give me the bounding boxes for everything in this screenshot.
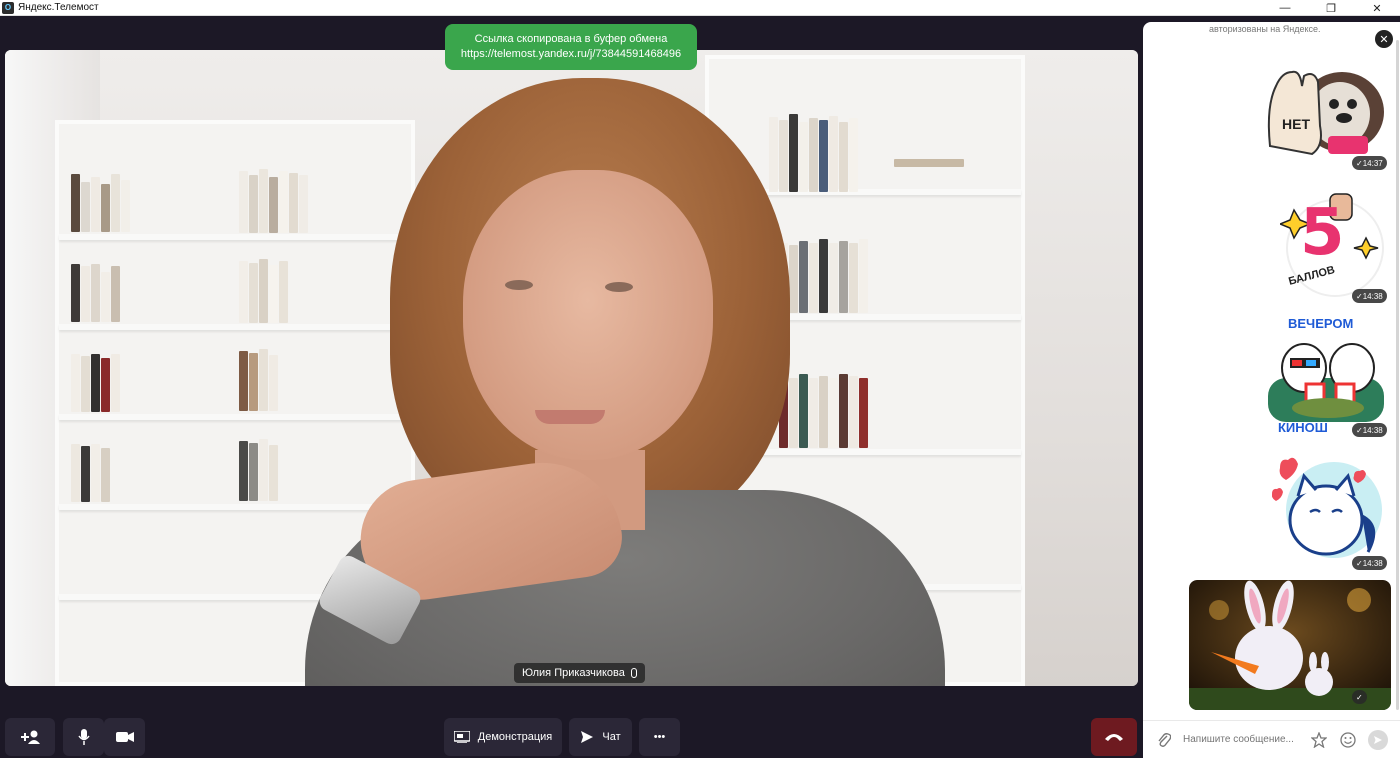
- sticker-1-text: НЕТ: [1282, 116, 1310, 132]
- send-icon: [1374, 735, 1382, 744]
- chat-input-bar: [1143, 720, 1400, 758]
- shelf: [59, 504, 411, 510]
- sticker-3-caption: КИНОШ: [1278, 420, 1328, 435]
- title-bar: О Яндекс.Телемост — ❐ ✕: [0, 0, 1400, 16]
- window-controls: — ❐ ✕: [1262, 0, 1400, 16]
- books-row: [779, 239, 868, 313]
- books-row: [71, 174, 130, 232]
- chat-message-input[interactable]: [1183, 734, 1303, 745]
- more-dots-icon: •••: [653, 731, 666, 743]
- microphone-button[interactable]: [63, 718, 104, 756]
- chat-scrollbar[interactable]: [1396, 40, 1399, 710]
- screen-share-label: Демонстрация: [477, 731, 553, 743]
- end-call-button[interactable]: [1091, 718, 1137, 756]
- mic-icon: [630, 668, 637, 678]
- message-time: ✓14:38: [1352, 556, 1387, 570]
- books-row: [779, 374, 868, 448]
- shelf: [59, 234, 411, 240]
- message-time: ✓14:38: [1352, 289, 1387, 303]
- emoji-icon[interactable]: [1340, 731, 1356, 748]
- close-chat-button[interactable]: ✕: [1375, 30, 1393, 48]
- microphone-icon: [77, 729, 90, 745]
- send-button[interactable]: [1368, 729, 1388, 750]
- screen-share-icon: [453, 731, 470, 743]
- books-row: [239, 349, 278, 411]
- camera-icon: [115, 732, 134, 742]
- link-copied-toast: Ссылка скопирована в буфер обмена https:…: [445, 24, 697, 70]
- send-arrow-icon: [581, 731, 594, 743]
- camera-button[interactable]: [104, 718, 145, 756]
- books-row: [71, 444, 110, 502]
- attach-icon[interactable]: [1157, 732, 1171, 748]
- screen-share-button[interactable]: Демонстрация: [444, 718, 562, 756]
- toast-link: https://telemost.yandex.ru/j/73844591468…: [460, 48, 682, 60]
- window-title: Яндекс.Телемост: [18, 2, 99, 13]
- participant-video[interactable]: Юлия Приказчикова: [5, 50, 1138, 686]
- books-row: [71, 264, 120, 322]
- add-user-icon: [21, 730, 40, 744]
- sticker-3-text: ВЕЧЕРОМ: [1288, 316, 1354, 331]
- shelf: [59, 324, 411, 330]
- sticker-cat-hearts[interactable]: [1272, 456, 1390, 560]
- books-row: [894, 159, 964, 167]
- chat-button[interactable]: Чат: [569, 718, 632, 756]
- message-time: ✓14:37: [1352, 156, 1387, 170]
- books-row: [769, 114, 858, 192]
- close-window-button[interactable]: ✕: [1354, 0, 1400, 16]
- participant-name: Юлия Приказчикова: [522, 667, 625, 679]
- add-participant-button[interactable]: [5, 718, 55, 756]
- close-icon: ✕: [1379, 33, 1389, 46]
- message-time: ✓: [1352, 690, 1367, 704]
- books-row: [71, 354, 120, 412]
- participant-name-tag: Юлия Приказчикова: [514, 663, 645, 683]
- shelf: [59, 414, 411, 420]
- message-time: ✓14:38: [1352, 423, 1387, 437]
- person-eye-left: [505, 280, 533, 290]
- books-row: [239, 259, 288, 323]
- hang-up-icon: [1105, 734, 1123, 741]
- star-icon[interactable]: [1311, 731, 1327, 748]
- more-options-button[interactable]: •••: [639, 718, 680, 756]
- telemost-app-icon: О: [2, 1, 14, 14]
- minimize-button[interactable]: —: [1262, 0, 1308, 16]
- person-eye-right: [605, 282, 633, 292]
- books-row: [239, 169, 308, 233]
- sticker-2-number: 5: [1300, 196, 1345, 270]
- sticker-dog-net[interactable]: [1262, 66, 1388, 158]
- person-mouth: [535, 410, 605, 424]
- restore-button[interactable]: ❐: [1308, 0, 1354, 16]
- chat-auth-note: авторизованы на Яндексе.: [1209, 24, 1321, 34]
- books-row: [239, 439, 278, 501]
- toast-message: Ссылка скопирована в буфер обмена: [474, 33, 668, 45]
- conference-area: Юлия Приказчикова: [0, 16, 1143, 758]
- chat-label: Чат: [602, 731, 621, 743]
